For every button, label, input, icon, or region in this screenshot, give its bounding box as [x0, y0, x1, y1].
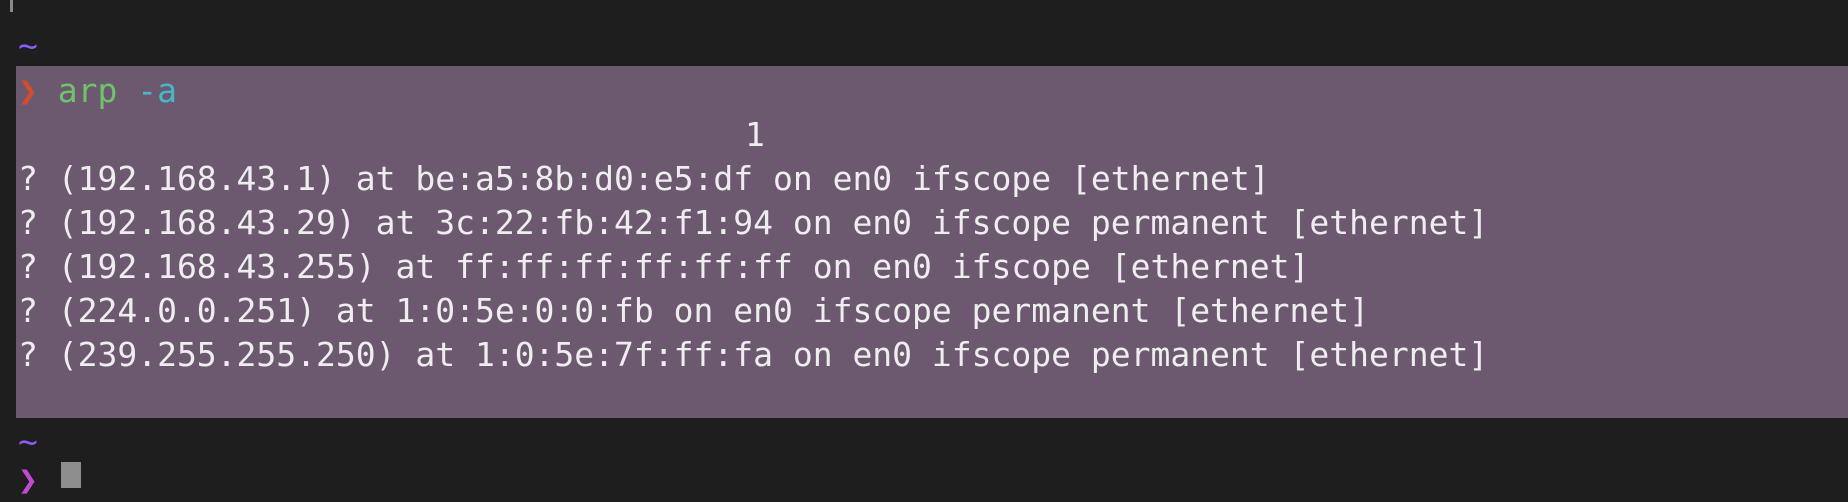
command-argument: -a: [137, 71, 177, 110]
output-line: ? (239.255.255.250) at 1:0:5e:7f:ff:fa o…: [18, 335, 1489, 374]
output-line: ? (192.168.43.1) at be:a5:8b:d0:e5:df on…: [18, 159, 1270, 198]
output-line: ? (192.168.43.29) at 3c:22:fb:42:f1:94 o…: [18, 203, 1489, 242]
top-prompt-directory: ~: [18, 26, 38, 65]
output-line: ? (224.0.0.251) at 1:0:5e:0:0:fb on en0 …: [18, 291, 1370, 330]
scrolled-cursor-fragment: [10, 0, 13, 12]
output-line: ? (192.168.43.255) at ff:ff:ff:ff:ff:ff …: [18, 247, 1310, 286]
count-line: 1: [745, 115, 765, 154]
command-name: arp: [57, 71, 118, 110]
bottom-prompt-arrow-icon: ❯: [18, 460, 38, 499]
prompt-arrow-icon: ❯: [18, 71, 38, 110]
command-line: ❯ arp -a: [18, 69, 177, 113]
text-cursor[interactable]: [61, 462, 81, 488]
terminal-window[interactable]: ~ ❯ arp -a 1 ? (192.168.43.1) at be:a5:8…: [0, 0, 1848, 499]
